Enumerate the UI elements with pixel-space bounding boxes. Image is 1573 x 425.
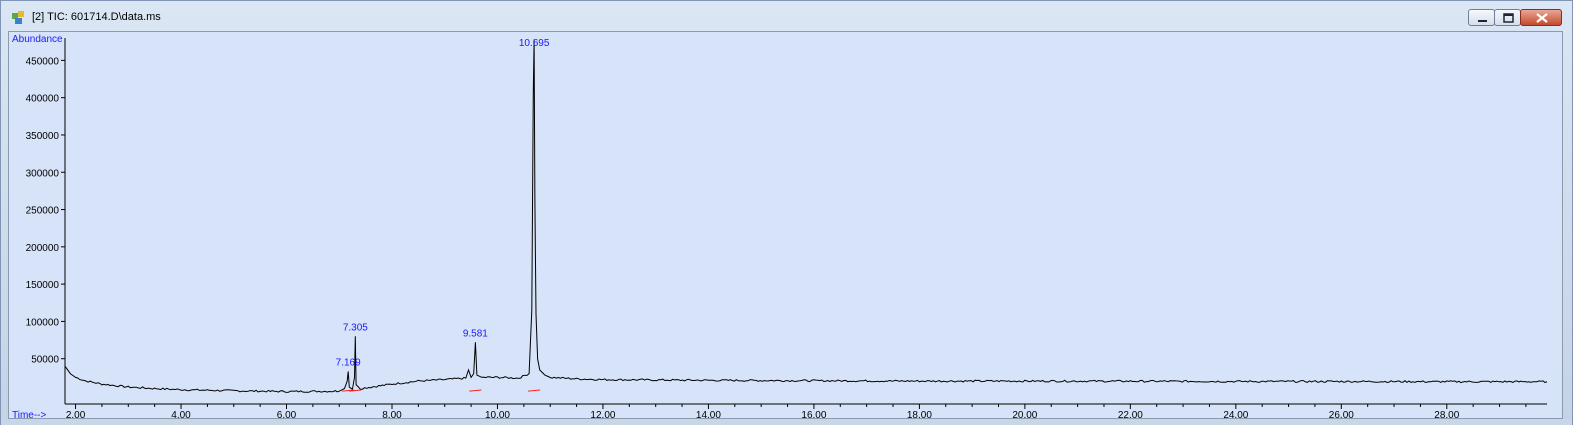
x-tick-label: 8.00 [382,410,402,418]
y-tick-label: 300000 [26,168,60,179]
chromatogram-app-icon [12,11,24,24]
x-tick-label: 28.00 [1434,410,1459,418]
close-icon [1536,13,1548,23]
peak-label: 9.581 [463,328,488,339]
maximize-icon [1503,13,1514,23]
peak-baseline [528,389,541,392]
peak-baseline [469,389,482,392]
y-tick-label: 400000 [26,94,60,105]
chromatogram-window: [2] TIC: 601714.D\data.ms Abundance Time-… [0,0,1573,425]
minimize-button[interactable] [1468,9,1495,26]
x-tick-label: 18.00 [907,410,932,418]
x-tick-label: 22.00 [1118,410,1143,418]
x-tick-label: 4.00 [171,410,191,418]
x-tick-label: 16.00 [801,410,826,418]
tic-trace [64,39,1548,393]
y-tick-label: 200000 [26,243,60,254]
title-bar[interactable]: [2] TIC: 601714.D\data.ms [1,1,1572,31]
close-button[interactable] [1520,9,1562,26]
x-tick-label: 6.00 [277,410,297,418]
y-axis-label: Abundance [12,34,63,45]
y-tick-label: 350000 [26,131,60,142]
peak-label: 7.169 [336,357,361,368]
window-title: [2] TIC: 601714.D\data.ms [32,11,161,23]
y-tick-label: 100000 [26,317,60,328]
y-tick-label: 150000 [26,280,60,291]
x-tick-label: 24.00 [1223,410,1248,418]
x-tick-label: 14.00 [696,410,721,418]
peak-label: 10.695 [519,38,550,49]
chromatogram-plot-area[interactable]: Abundance Time--> 50000 100000 150000 200000 2… [8,31,1563,421]
x-tick-label: 10.00 [485,410,510,418]
minimize-icon [1478,20,1487,22]
chromatogram-chart[interactable]: Abundance Time--> 50000 100000 150000 200000 2… [9,32,1562,421]
y-tick-label: 450000 [26,56,60,67]
y-tick-label: 50000 [31,355,59,366]
x-tick-label: 12.00 [590,410,615,418]
x-tick-label: 26.00 [1329,410,1354,418]
window-bottom-border [1,419,1572,425]
x-axis-label: Time--> [12,410,47,418]
x-tick-label: 2.00 [66,410,86,418]
y-tick-label: 250000 [26,206,60,217]
peak-label: 7.305 [343,322,368,333]
x-tick-label: 20.00 [1012,410,1037,418]
maximize-button[interactable] [1494,9,1521,26]
